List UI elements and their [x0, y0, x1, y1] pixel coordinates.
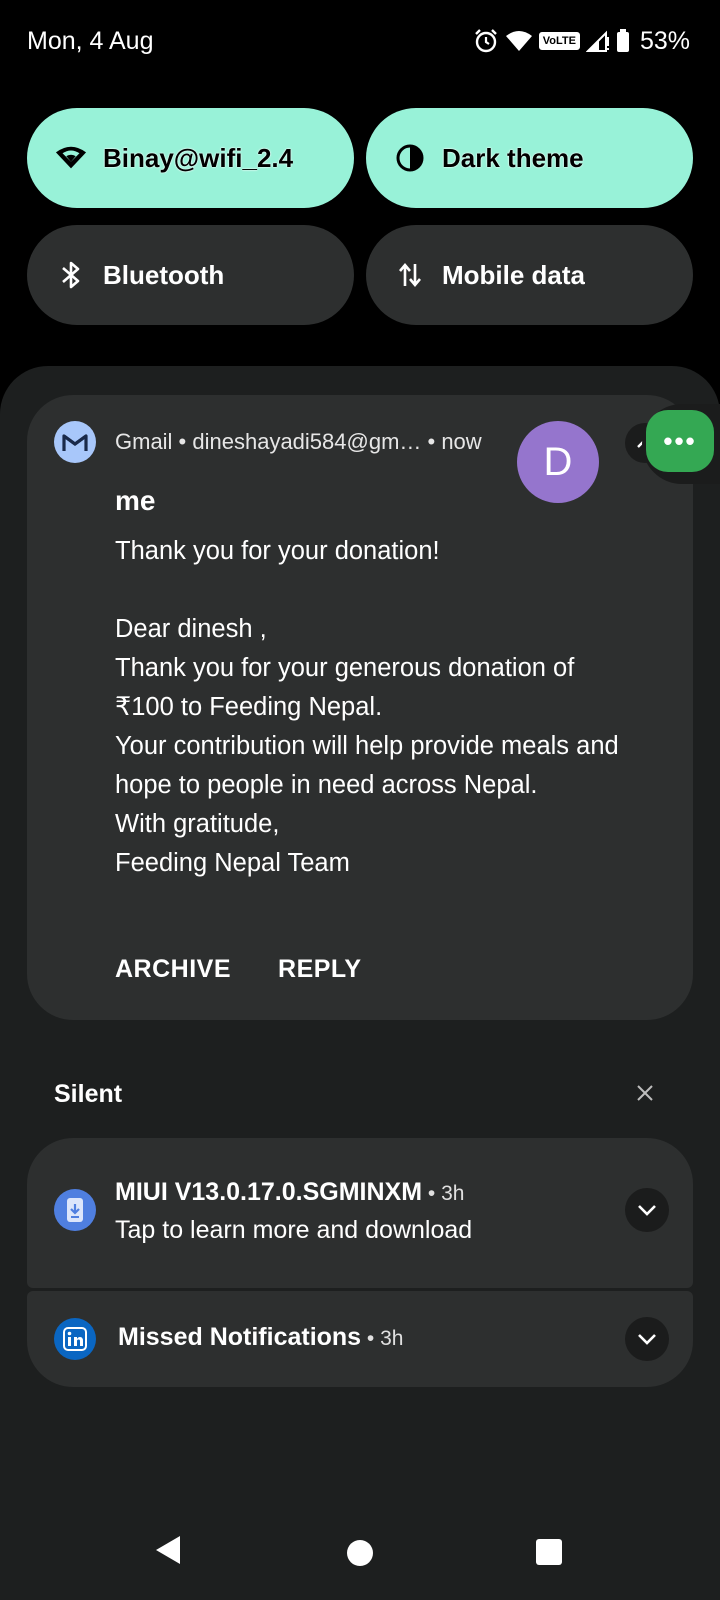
tile-wifi-label: Binay@wifi_2.4: [103, 142, 294, 173]
expand-button[interactable]: [625, 1188, 669, 1232]
clear-silent-button[interactable]: [632, 1080, 658, 1106]
cell-signal-icon: [585, 29, 610, 53]
alarm-icon: [473, 28, 499, 54]
battery-icon: [616, 29, 630, 53]
volte-icon: VoLTE: [538, 32, 580, 50]
expand-button[interactable]: [625, 1317, 669, 1361]
tile-mobile-data-label: Mobile data: [442, 259, 586, 290]
email-line: Your contribution will help provide meal…: [115, 732, 619, 760]
wifi-icon: [505, 29, 533, 53]
floating-bubble-container: •••: [642, 404, 720, 484]
status-icons: VoLTE 53%: [473, 26, 690, 56]
email-line: ₹100 to Feeding Nepal.: [115, 693, 383, 721]
linkedin-icon: [54, 1318, 96, 1360]
email-line: With gratitude,: [115, 810, 280, 838]
tile-bluetooth[interactable]: Bluetooth: [27, 225, 354, 325]
email-line: Dear dinesh ,: [115, 615, 267, 643]
linkedin-notification[interactable]: Missed Notifications • 3h: [27, 1291, 693, 1387]
sender-avatar: D: [517, 421, 599, 503]
recents-button[interactable]: [536, 1539, 562, 1565]
linkedin-title: Missed Notifications • 3h: [118, 1323, 403, 1352]
tile-wifi[interactable]: Binay@wifi_2.4: [27, 108, 354, 208]
miui-update-notification[interactable]: MIUI V13.0.17.0.SGMINXM • 3h Tap to lear…: [27, 1138, 693, 1288]
system-update-icon: [54, 1189, 96, 1231]
home-button[interactable]: [347, 1540, 373, 1566]
sender-name: me: [115, 485, 156, 516]
email-line: Feeding Nepal Team: [115, 849, 350, 877]
tile-dark-theme-label: Dark theme: [442, 142, 584, 173]
dark-theme-icon: [394, 142, 426, 174]
notification-shade-screen: Mon, 4 Aug VoLTE 53% Binay@wifi_2.4 Dark…: [0, 0, 720, 1600]
floating-chat-bubble[interactable]: •••: [646, 410, 714, 472]
mobile-data-icon: [394, 259, 426, 291]
notification-actions: ARCHIVE REPLY: [115, 955, 362, 984]
gmail-notification[interactable]: Gmail • dineshayadi584@gm… • now D me Th…: [27, 395, 693, 1020]
email-subject: Thank you for your donation!: [115, 537, 440, 565]
status-bar: Mon, 4 Aug VoLTE 53%: [0, 0, 720, 84]
tile-bluetooth-label: Bluetooth: [103, 259, 225, 290]
notification-header: Gmail • dineshayadi584@gm… • now: [115, 429, 482, 454]
archive-button[interactable]: ARCHIVE: [115, 955, 231, 984]
bluetooth-icon: [55, 259, 87, 291]
tile-dark-theme[interactable]: Dark theme: [366, 108, 693, 208]
email-body: Thank you for your donation! Dear dinesh…: [115, 532, 675, 883]
email-line: Thank you for your generous donation of: [115, 654, 575, 682]
notification-title: MIUI V13.0.17.0.SGMINXM: [115, 1178, 423, 1206]
notification-text: Tap to learn more and download: [115, 1216, 473, 1244]
back-button[interactable]: [154, 1534, 182, 1571]
battery-percentage: 53%: [639, 26, 690, 55]
notification-time: • 3h: [361, 1327, 404, 1350]
tile-mobile-data[interactable]: Mobile data: [366, 225, 693, 325]
reply-button[interactable]: REPLY: [278, 955, 362, 984]
email-line: hope to people in need across Nepal.: [115, 771, 538, 799]
miui-title: MIUI V13.0.17.0.SGMINXM • 3h: [115, 1178, 464, 1207]
notification-title: Missed Notifications: [118, 1323, 362, 1351]
silent-section-label: Silent: [54, 1080, 123, 1108]
notification-time: • 3h: [422, 1182, 465, 1205]
gmail-app-icon: [54, 421, 96, 463]
wifi-icon: [55, 142, 87, 174]
status-date: Mon, 4 Aug: [27, 27, 154, 55]
